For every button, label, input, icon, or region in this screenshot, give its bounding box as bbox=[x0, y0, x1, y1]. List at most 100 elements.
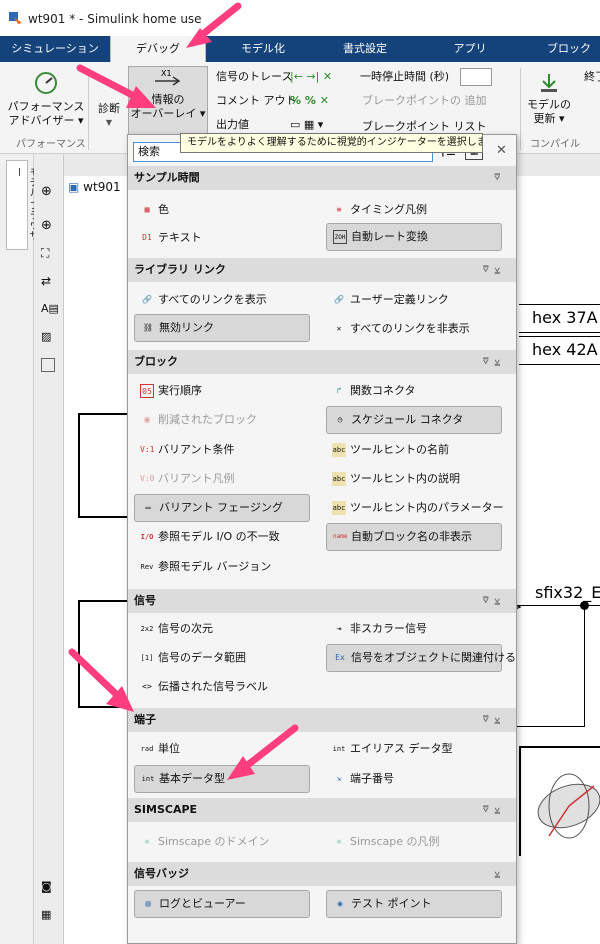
pause-time-input[interactable] bbox=[460, 68, 492, 86]
overlay-simscape-legend[interactable]: ≡ Simscape の凡例 bbox=[326, 828, 440, 856]
overlay-propagated-labels[interactable]: <> 伝播された信号ラベル bbox=[134, 673, 268, 701]
collapse-icon[interactable]: ⩢⩣ bbox=[483, 258, 506, 282]
overlay-alias-data-types[interactable]: int エイリアス データ型 bbox=[326, 735, 453, 763]
overlay-nonscalar-signals[interactable]: ⇥ 非スカラー信号 bbox=[326, 615, 427, 643]
rate-transition-icon: ZOH bbox=[333, 230, 347, 244]
overlay-hide-auto-block-names[interactable]: name 自動ブロック名の非表示 bbox=[326, 523, 502, 551]
overlay-units[interactable]: rad 単位 bbox=[134, 735, 180, 763]
overlay-execution-order[interactable]: 05 実行順序 bbox=[134, 377, 202, 405]
overlay-ref-model-io-mismatch[interactable]: I/O 参照モデル I/O の不一致 bbox=[134, 523, 280, 551]
group-divider bbox=[88, 68, 89, 150]
close-icon[interactable]: ✕ bbox=[496, 143, 507, 158]
overlay-disabled-links[interactable]: ⛓ 無効リンク bbox=[134, 314, 310, 342]
performance-advisor-button[interactable]: パフォーマンス アドバイザー ▾ bbox=[4, 70, 88, 128]
overlay-text[interactable]: D1 テキスト bbox=[134, 224, 202, 252]
item-label: 自動レート変換 bbox=[351, 230, 428, 243]
output-value-icon[interactable]: ▭ ▦ ▾ bbox=[290, 118, 323, 132]
overlay-tooltip-parameters[interactable]: abc ツールヒント内のパラメーター bbox=[326, 494, 504, 522]
dimension-icon: 2x2 bbox=[140, 625, 154, 633]
hide-browser-icon[interactable]: ⊕ bbox=[41, 184, 52, 199]
section-title: 端子 bbox=[134, 713, 156, 726]
overlay-tooltip-description[interactable]: abc ツールヒント内の説明 bbox=[326, 465, 460, 493]
overlay-tooltip-name[interactable]: abc ツールヒントの名前 bbox=[326, 436, 449, 464]
tab-modeling[interactable]: モデル化 bbox=[228, 36, 298, 62]
abc-icon: abc bbox=[332, 501, 346, 515]
section-title: サンプル時間 bbox=[134, 171, 200, 184]
overlay-show-all-links[interactable]: 🔗 すべてのリンクを表示 bbox=[134, 286, 267, 314]
download-arrow-icon bbox=[541, 74, 557, 92]
overlay-test-points[interactable]: ◉ テスト ポイント bbox=[326, 890, 502, 918]
model-icon: ▣ bbox=[68, 180, 80, 194]
overlay-signal-data-range[interactable]: [1] 信号のデータ範囲 bbox=[134, 644, 246, 672]
overlay-logging-viewers[interactable]: ▤ ログとビューアー bbox=[134, 890, 310, 918]
property-inspector-icon[interactable]: ▦ bbox=[41, 908, 51, 921]
overlay-function-connector[interactable]: ↱ 関数コネクタ bbox=[326, 377, 416, 405]
overlay-signal-object-association[interactable]: Ex 信号をオブジェクトに関連付ける bbox=[326, 644, 516, 672]
fit-view-icon[interactable]: ⛶ bbox=[41, 246, 49, 261]
model-browser-tab[interactable]: モデル ブラウザー bbox=[6, 160, 38, 250]
output-value-label[interactable]: 出力値 bbox=[216, 118, 249, 132]
item-label: エイリアス データ型 bbox=[350, 742, 453, 755]
zoom-icon[interactable]: ⊕ bbox=[41, 218, 52, 233]
camera-icon[interactable]: ◙ bbox=[41, 880, 52, 893]
overlay-hide-all-links[interactable]: ✕ すべてのリンクを非表示 bbox=[326, 315, 470, 343]
add-breakpoint-button[interactable]: ブレークポイントの 追加 bbox=[362, 94, 487, 108]
item-label: 信号のデータ範囲 bbox=[158, 651, 246, 664]
overlay-color[interactable]: ▦ 色 bbox=[134, 196, 169, 224]
overlay-user-defined-links[interactable]: 🔗 ユーザー定義リンク bbox=[326, 286, 449, 314]
collapse-icon[interactable]: ⩢⩣ bbox=[483, 350, 506, 374]
section-signal-badges[interactable]: 信号バッジ ⩣ bbox=[128, 862, 516, 886]
overlay-variant-condition[interactable]: V:1 バリアント条件 bbox=[134, 436, 235, 464]
section-sample-time[interactable]: サンプル時間 ⩢ bbox=[128, 166, 516, 190]
trace-arrows-icon[interactable]: |← →| ✕ bbox=[290, 70, 332, 84]
unit-icon: rad bbox=[140, 745, 154, 753]
collapse-icon[interactable]: ⩣ bbox=[495, 862, 506, 886]
overlay-auto-rate-transition[interactable]: ZOH 自動レート変換 bbox=[326, 223, 502, 251]
diagnose-button[interactable]: 診断 ▼ bbox=[92, 102, 126, 130]
overlay-ref-model-version[interactable]: Rev 参照モデル バージョン bbox=[134, 553, 272, 581]
section-block[interactable]: ブロック ⩢⩣ bbox=[128, 350, 516, 374]
overlay-signal-dimensions[interactable]: 2x2 信号の次元 bbox=[134, 615, 213, 643]
overlay-removed-blocks[interactable]: ▣ 削減されたブロック bbox=[134, 406, 257, 434]
area-icon[interactable] bbox=[41, 358, 55, 372]
overlay-schedule-connector[interactable]: ◷ スケジュール コネクタ bbox=[326, 406, 502, 434]
display-value-2: hex 42A bbox=[532, 340, 598, 359]
legend-icon: ≡ bbox=[336, 205, 342, 214]
section-simscape[interactable]: SIMSCAPE ⩢⩣ bbox=[128, 798, 516, 822]
collapse-icon[interactable]: ⩢⩣ bbox=[483, 798, 506, 822]
collapse-icon[interactable]: ⩢⩣ bbox=[483, 589, 506, 613]
overlay-variant-legend[interactable]: V:0 バリアント凡例 bbox=[134, 465, 235, 493]
block-edge bbox=[78, 413, 128, 415]
information-overlays-button[interactable]: X1 情報の オーバーレイ ▾ bbox=[128, 66, 208, 136]
model-tab[interactable]: ▣ wt901 bbox=[68, 180, 121, 194]
image-icon[interactable]: ▨ bbox=[41, 330, 51, 343]
overlay-port-numbers[interactable]: ⇲ 端子番号 bbox=[326, 765, 394, 793]
ribbon-tab-bar: シミュレーション デバッグ モデル化 書式設定 アプリ ブロック bbox=[0, 36, 600, 62]
tab-format[interactable]: 書式設定 bbox=[330, 36, 400, 62]
test-point-icon: ◉ bbox=[337, 899, 343, 908]
tab-simulation[interactable]: シミュレーション bbox=[10, 36, 100, 62]
comment-out-label[interactable]: コメント アウト bbox=[216, 94, 297, 108]
overlay-simscape-domains[interactable]: ≡ Simscape のドメイン bbox=[134, 828, 270, 856]
item-label: ツールヒント内の説明 bbox=[350, 472, 460, 485]
tab-block[interactable]: ブロック bbox=[538, 36, 600, 62]
comment-percent-icon[interactable]: % % ✕ bbox=[290, 94, 329, 108]
section-library-link[interactable]: ライブラリ リンク ⩢⩣ bbox=[128, 258, 516, 282]
breakpoint-list-button[interactable]: ブレークポイント リスト bbox=[362, 120, 487, 134]
section-port[interactable]: 端子 ⩢⩣ bbox=[128, 708, 516, 732]
item-label: 関数コネクタ bbox=[350, 384, 416, 397]
collapse-icon[interactable]: ⩢ bbox=[495, 166, 506, 190]
annotation-icon[interactable]: A▤ bbox=[41, 302, 59, 315]
tab-debug[interactable]: デバッグ bbox=[110, 36, 206, 62]
collapse-icon[interactable]: ⩢⩣ bbox=[483, 708, 506, 732]
overlay-base-data-types[interactable]: int 基本データ型 bbox=[134, 765, 310, 793]
signal-trace-label[interactable]: 信号のトレース bbox=[216, 70, 292, 84]
overlay-variant-fading[interactable]: ▭ バリアント フェージング bbox=[134, 494, 310, 522]
overlay-timing-legend[interactable]: ≡ タイミング凡例 bbox=[326, 196, 427, 224]
model-update-button[interactable]: モデルの 更新 ▾ bbox=[524, 72, 574, 126]
tab-apps[interactable]: アプリ bbox=[440, 36, 500, 62]
wire bbox=[519, 304, 600, 305]
simscape-legend-icon: ≡ bbox=[336, 837, 342, 846]
section-signal[interactable]: 信号 ⩢⩣ bbox=[128, 589, 516, 613]
arrows-icon[interactable]: ⇄ bbox=[41, 274, 51, 288]
